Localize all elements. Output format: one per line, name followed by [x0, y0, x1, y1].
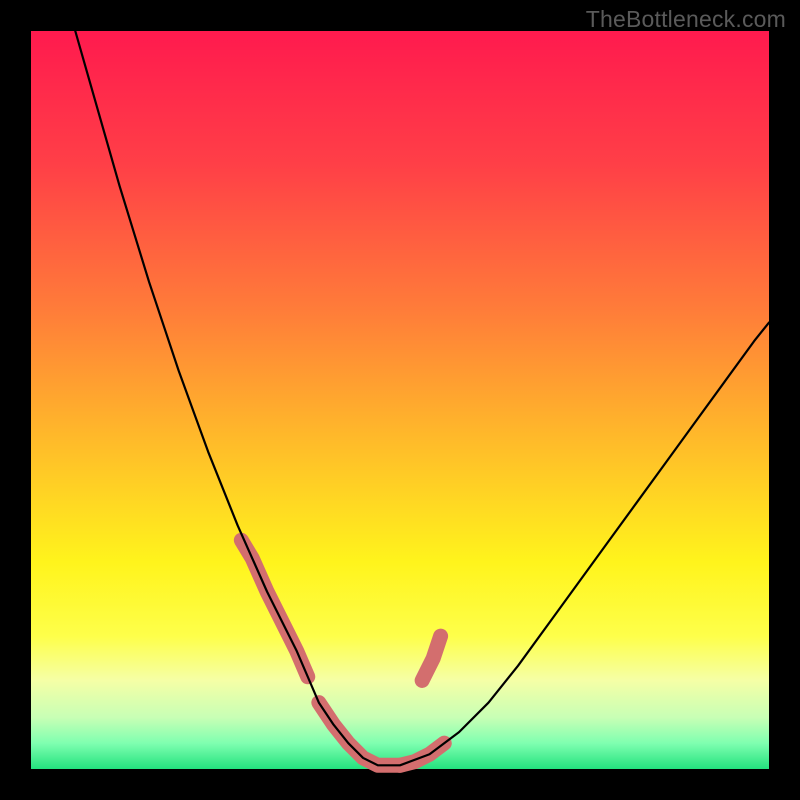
bottleneck-curve	[75, 31, 769, 765]
outer-frame: TheBottleneck.com	[0, 0, 800, 800]
chart-svg	[31, 31, 769, 769]
watermark-text: TheBottleneck.com	[586, 6, 786, 33]
right-rise-dots	[422, 636, 440, 680]
valley-floor-highlight	[319, 703, 400, 766]
